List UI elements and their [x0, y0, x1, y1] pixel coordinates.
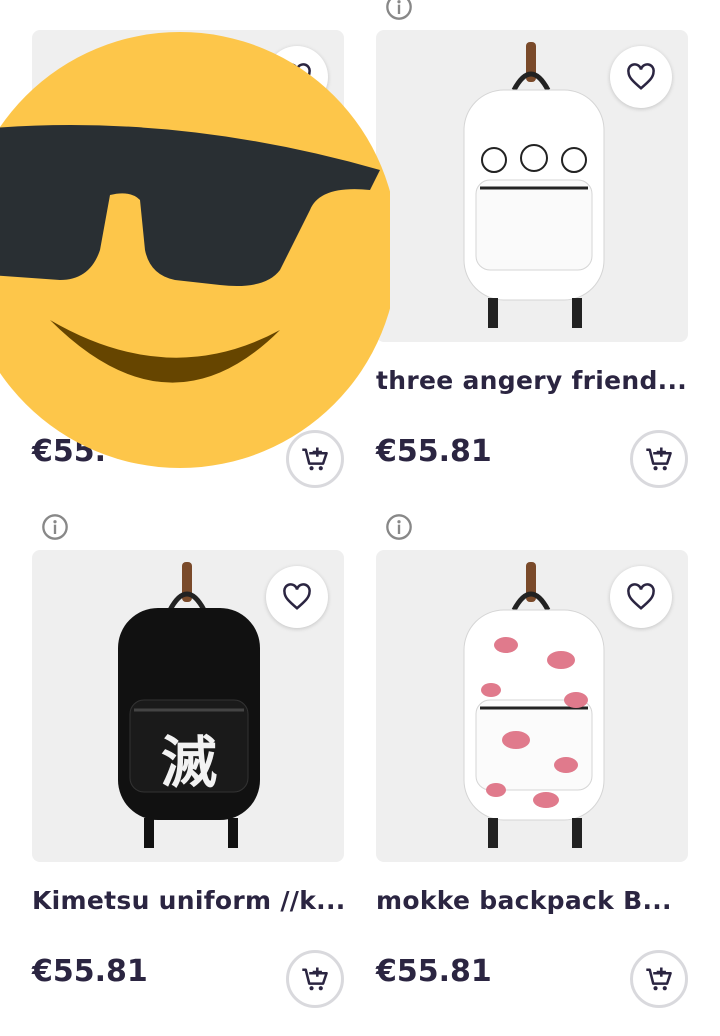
- print-text: 滅: [161, 731, 217, 796]
- favorite-button[interactable]: [610, 46, 672, 108]
- favorite-button[interactable]: [266, 566, 328, 628]
- product-price: €55.81: [376, 954, 492, 989]
- favorite-button[interactable]: [610, 566, 672, 628]
- info-button[interactable]: [384, 512, 414, 542]
- product-title[interactable]: Kimetsu uniform //k...: [32, 886, 344, 915]
- add-to-cart-button[interactable]: [630, 950, 688, 1008]
- product-title[interactable]: three angery friend...: [376, 366, 688, 395]
- heart-outline-icon: [627, 63, 655, 90]
- add-to-cart-icon: [646, 447, 672, 471]
- product-title[interactable]: mokke backpack B...: [376, 886, 688, 915]
- info-icon: [386, 0, 412, 20]
- heart-outline-icon: [627, 583, 655, 610]
- info-icon: [386, 514, 412, 540]
- heart-outline-icon: [283, 583, 311, 610]
- info-button[interactable]: [384, 0, 414, 22]
- add-to-cart-button[interactable]: [286, 950, 344, 1008]
- product-price: €55.81: [32, 954, 148, 989]
- info-icon: [42, 514, 68, 540]
- add-to-cart-icon: [302, 967, 328, 991]
- add-to-cart-icon: [646, 967, 672, 991]
- product-price: €55.81: [376, 434, 492, 469]
- info-button[interactable]: [40, 512, 70, 542]
- add-to-cart-button[interactable]: [630, 430, 688, 488]
- sunglasses-smiley-emoji: [0, 32, 390, 468]
